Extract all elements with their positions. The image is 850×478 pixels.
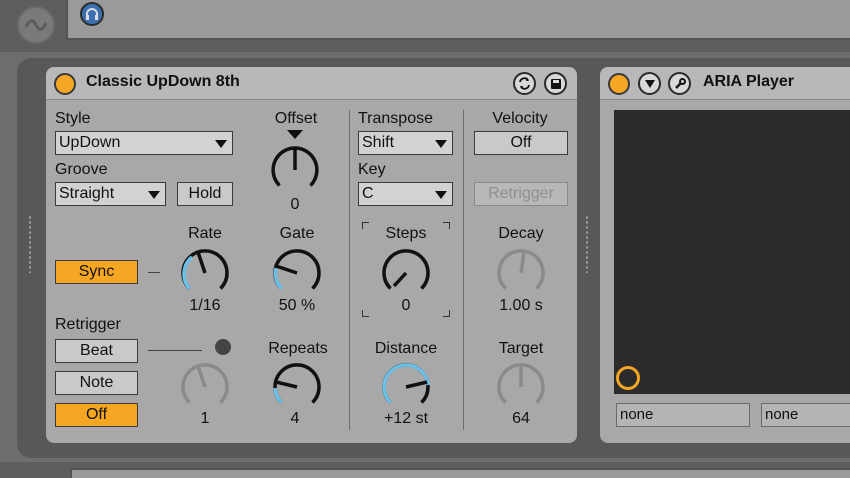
chevron-down-icon (215, 140, 227, 148)
xy-pad-handle[interactable] (616, 366, 640, 390)
transpose-dropdown[interactable]: Shift (358, 131, 453, 155)
chevron-down-icon (148, 191, 160, 199)
velocity-toggle[interactable]: Off (474, 131, 568, 155)
distance-label: Distance (374, 340, 438, 357)
aria-xy-pad[interactable] (614, 110, 850, 394)
aria-power-button[interactable] (608, 73, 630, 95)
gate-value: 50 % (278, 297, 316, 314)
section-divider (463, 110, 464, 430)
style-dropdown[interactable]: UpDown (55, 131, 233, 155)
groove-label: Groove (55, 161, 108, 178)
save-icon[interactable] (544, 72, 567, 95)
target-label: Target (498, 340, 544, 357)
sync-connector (148, 272, 160, 273)
retrigger-note-button[interactable]: Note (55, 371, 138, 395)
retrigger-label: Retrigger (55, 316, 121, 333)
velocity-label: Velocity (492, 110, 548, 127)
top-track-header (66, 0, 850, 40)
groove-value: Straight (59, 185, 115, 202)
fold-icon[interactable] (638, 72, 661, 95)
gate-label: Gate (279, 225, 315, 242)
key-label: Key (358, 161, 386, 178)
rate-value: 1/16 (189, 297, 221, 314)
aria-title: ARIA Player (703, 73, 794, 90)
wave-icon[interactable] (17, 6, 55, 44)
steps-knob[interactable] (379, 246, 433, 300)
target-knob[interactable] (494, 360, 548, 414)
device-title: Classic UpDown 8th (86, 73, 240, 90)
retrigger-interval-knob[interactable] (178, 360, 232, 414)
target-value: 64 (512, 410, 530, 427)
wrench-icon[interactable] (668, 72, 691, 95)
steps-label: Steps (385, 225, 427, 242)
hold-button[interactable]: Hold (177, 182, 233, 206)
hot-swap-icon[interactable] (513, 72, 536, 95)
retrigger-indicator (215, 339, 231, 355)
steps-bracket-br (443, 310, 450, 317)
velocity-retrigger-button[interactable]: Retrigger (474, 182, 568, 206)
steps-bracket-tl (362, 222, 369, 229)
repeats-label: Repeats (268, 340, 328, 357)
retrigger-interval-value: 1 (200, 410, 210, 427)
style-value: UpDown (59, 134, 121, 151)
distance-value: +12 st (383, 410, 429, 427)
groove-dropdown[interactable]: Straight (55, 182, 166, 206)
rate-label: Rate (188, 225, 222, 242)
transpose-value: Shift (362, 134, 395, 151)
decay-value: 1.00 s (499, 297, 543, 314)
retrigger-connector (148, 350, 202, 351)
steps-bracket-bl (362, 310, 369, 317)
transpose-label: Transpose (358, 110, 433, 127)
chevron-down-icon (435, 140, 447, 148)
device-header: ARIA Player (600, 67, 850, 100)
chevron-down-icon (435, 191, 447, 199)
section-divider (349, 110, 350, 430)
gate-knob[interactable] (270, 246, 324, 300)
headphone-icon[interactable] (80, 2, 104, 26)
device-grip[interactable] (585, 215, 589, 273)
steps-value: 0 (401, 297, 411, 314)
bottom-track-header (70, 468, 850, 478)
chain-grip[interactable] (28, 215, 32, 273)
retrigger-beat-button[interactable]: Beat (55, 339, 138, 363)
steps-bracket-tr (443, 222, 450, 229)
offset-value: 0 (290, 196, 300, 213)
retrigger-off-button[interactable]: Off (55, 403, 138, 427)
offset-label: Offset (274, 110, 318, 127)
distance-knob[interactable] (379, 360, 433, 414)
device-power-button[interactable] (54, 73, 76, 95)
aria-x-mapping-field[interactable]: none (616, 403, 750, 427)
key-dropdown[interactable]: C (358, 182, 453, 206)
key-value: C (362, 185, 374, 202)
offset-marker-icon (287, 130, 303, 139)
repeats-knob[interactable] (270, 360, 324, 414)
repeats-value: 4 (290, 410, 300, 427)
rate-knob[interactable] (178, 246, 232, 300)
decay-label: Decay (498, 225, 544, 242)
decay-knob[interactable] (494, 246, 548, 300)
offset-knob[interactable] (268, 143, 322, 197)
style-label: Style (55, 110, 91, 127)
aria-y-mapping-field[interactable]: none (761, 403, 850, 427)
device-header: Classic UpDown 8th (46, 67, 577, 100)
sync-button[interactable]: Sync (55, 260, 138, 284)
